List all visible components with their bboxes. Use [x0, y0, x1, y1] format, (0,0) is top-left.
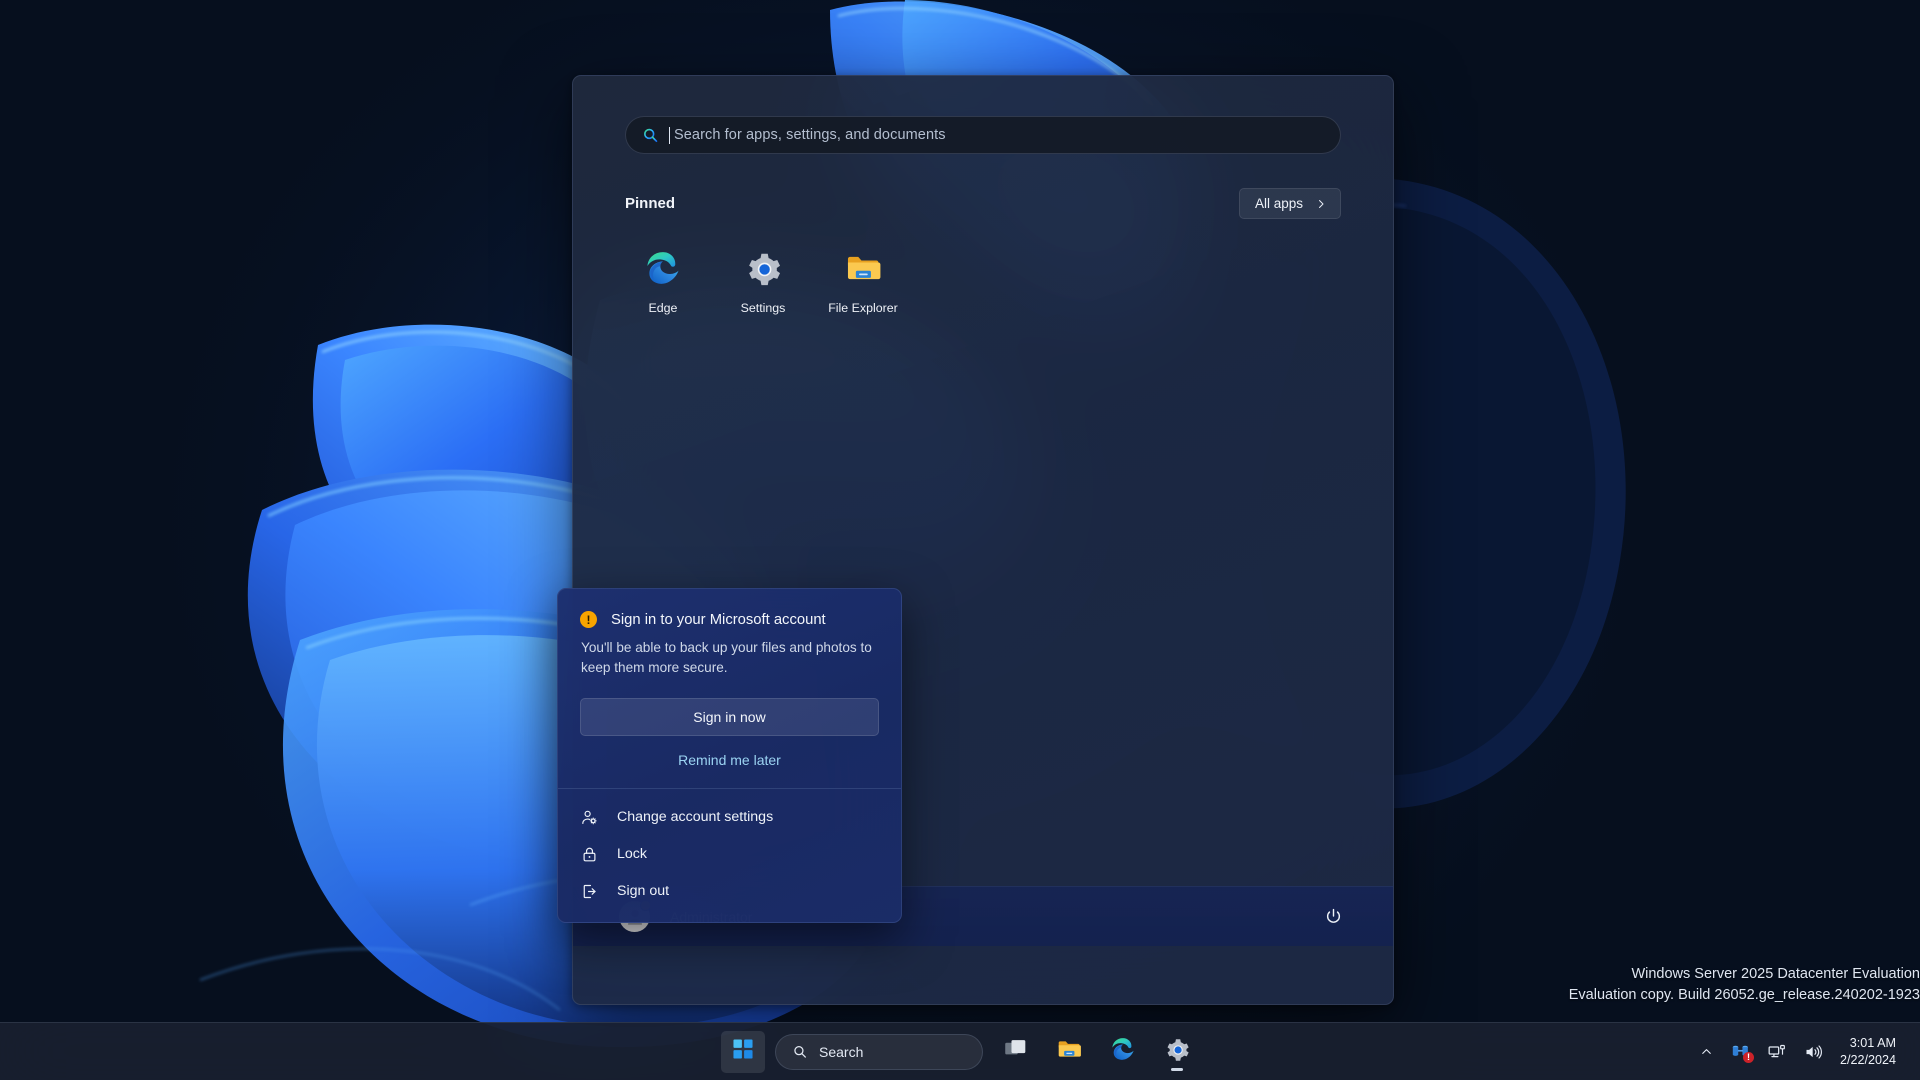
taskbar-center-group: Search [721, 1030, 1199, 1073]
pinned-header: Pinned All apps [573, 154, 1393, 219]
file-explorer-folder-icon [844, 249, 882, 292]
account-settings-icon [580, 808, 599, 827]
task-view-icon [1003, 1037, 1028, 1067]
search-icon [792, 1044, 808, 1060]
menu-item-label: Lock [617, 846, 647, 863]
settings-gear-icon [744, 249, 782, 292]
tray-volume-button[interactable] [1796, 1031, 1830, 1073]
lock-icon [580, 845, 599, 864]
all-apps-button[interactable]: All apps [1238, 188, 1341, 219]
msa-promo-section: ! Sign in to your Microsoft account You'… [558, 589, 901, 788]
pinned-app-label: Edge [648, 301, 678, 315]
start-search-input[interactable]: Search for apps, settings, and documents [625, 116, 1341, 154]
evaluation-watermark: Windows Server 2025 Datacenter Evaluatio… [1460, 964, 1920, 1005]
pinned-apps-grid: Edge Settings File Explorer [573, 219, 1393, 329]
taskbar[interactable]: Search ! 3:01 AM 2/22/2024 [0, 1022, 1920, 1080]
network-ethernet-icon [1767, 1042, 1787, 1062]
pinned-app-label: File Explorer [828, 301, 898, 315]
msa-description: You'll be able to back up your files and… [581, 640, 872, 675]
all-apps-label: All apps [1254, 196, 1303, 211]
speaker-volume-icon [1803, 1042, 1823, 1062]
watermark-line-1: Windows Server 2025 Datacenter Evaluatio… [1631, 966, 1920, 982]
start-search-row: Search for apps, settings, and documents [573, 76, 1393, 154]
pinned-app-file-explorer[interactable]: File Explorer [813, 237, 913, 329]
taskbar-app-file-explorer[interactable] [1047, 1031, 1091, 1073]
chevron-up-icon [1699, 1044, 1714, 1059]
tray-network-button[interactable] [1760, 1031, 1794, 1073]
edge-icon [644, 249, 682, 292]
power-icon [1324, 907, 1343, 926]
menu-item-sign-out[interactable]: Sign out [558, 873, 901, 910]
tray-overflow-button[interactable] [1692, 1031, 1721, 1073]
taskbar-app-settings[interactable] [1155, 1031, 1199, 1073]
clock-time: 3:01 AM [1849, 1035, 1896, 1050]
windows-logo-icon [732, 1038, 754, 1065]
clock-date: 2/22/2024 [1839, 1052, 1896, 1067]
pinned-title: Pinned [625, 195, 676, 212]
taskbar-search-label: Search [819, 1043, 864, 1060]
warning-exclamation-icon: ! [580, 611, 597, 628]
pinned-app-label: Settings [740, 301, 786, 315]
microsoft-account-flyout[interactable]: ! Sign in to your Microsoft account You'… [557, 588, 902, 923]
sign-in-now-button[interactable]: Sign in now [580, 697, 879, 736]
menu-item-label: Sign out [617, 883, 670, 900]
msa-title-row: ! Sign in to your Microsoft account [580, 611, 879, 628]
system-tray: ! 3:01 AM 2/22/2024 [1692, 1031, 1908, 1073]
pinned-app-settings[interactable]: Settings [713, 237, 813, 329]
taskbar-search-box[interactable]: Search [775, 1033, 983, 1070]
running-indicator [1171, 1067, 1183, 1071]
search-placeholder: Search for apps, settings, and documents [674, 127, 946, 143]
settings-gear-icon [1164, 1036, 1190, 1067]
power-button[interactable] [1313, 897, 1353, 937]
warning-glyph: ! [586, 612, 591, 627]
taskbar-app-edge[interactable] [1101, 1031, 1145, 1073]
pinned-app-edge[interactable]: Edge [613, 237, 713, 329]
chevron-right-icon [1315, 198, 1327, 210]
file-explorer-folder-icon [1056, 1036, 1082, 1067]
server-manager-alert-badge: ! [1742, 1051, 1754, 1063]
menu-item-label: Change account settings [617, 809, 774, 826]
text-caret [669, 126, 670, 144]
account-actions-list: Change account settings Lock Sign out [558, 789, 901, 922]
taskbar-clock[interactable]: 3:01 AM 2/22/2024 [1832, 1031, 1908, 1073]
menu-item-change-account-settings[interactable]: Change account settings [558, 799, 901, 836]
tray-server-manager-button[interactable]: ! [1723, 1031, 1758, 1073]
edge-icon [1110, 1036, 1136, 1067]
taskbar-app-task-view[interactable] [993, 1031, 1037, 1073]
sign-out-icon [580, 882, 599, 901]
menu-item-lock[interactable]: Lock [558, 836, 901, 873]
search-icon [642, 127, 659, 144]
msa-title: Sign in to your Microsoft account [611, 611, 826, 628]
start-button[interactable] [721, 1030, 765, 1073]
remind-me-later-link[interactable]: Remind me later [580, 752, 879, 768]
watermark-line-2: Evaluation copy. Build 26052.ge_release.… [1568, 986, 1920, 1003]
